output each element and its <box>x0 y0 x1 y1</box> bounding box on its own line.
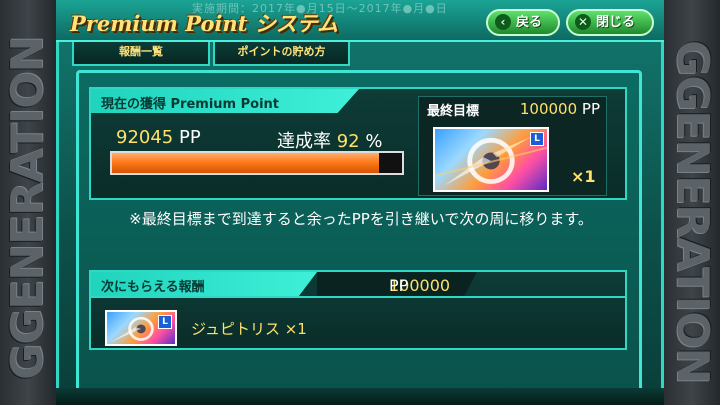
next-points-unit: PP <box>389 276 409 295</box>
back-arrow-icon: ‹ <box>495 14 511 30</box>
close-button-label: 閉じる <box>596 15 636 30</box>
next-reward-points: 100000 PP <box>317 272 477 296</box>
achievement-rate: 達成率 92 % <box>277 127 382 153</box>
goal-unit: PP <box>581 100 600 118</box>
page-title: Premium Point システム <box>70 11 339 36</box>
left-side-logo: GGENERATION <box>2 36 53 380</box>
tab-reward-list[interactable]: 報酬一覧 <box>72 42 210 66</box>
next-reward-box: 次にもらえる報酬 100000 PP L ジュピトリス ×1 <box>89 270 627 350</box>
right-side-logo: GGENERATION <box>667 40 718 384</box>
tab-how-to-earn[interactable]: ポイントの貯め方 <box>213 42 350 66</box>
back-button[interactable]: ‹ 戻る <box>486 9 560 36</box>
current-points-value: 92045 PP <box>116 127 201 148</box>
rate-unit: % <box>365 131 383 152</box>
current-points-title: 現在の獲得 Premium Point <box>101 97 279 112</box>
close-icon: ✕ <box>575 14 591 30</box>
goal-number: 100000 <box>519 100 578 118</box>
rate-number: 92 <box>336 131 360 152</box>
carry-over-note: ※最終目標まで到達すると余ったPPを引き継いで次の周に移ります。 <box>129 210 593 228</box>
right-side-panel: GGENERATION <box>664 0 720 405</box>
next-rarity-badge: L <box>158 315 172 329</box>
rate-label: 達成率 <box>277 131 331 152</box>
bottom-band <box>56 388 664 405</box>
left-side-panel: GGENERATION <box>0 0 56 405</box>
final-goal-label: 最終目標 <box>427 104 480 119</box>
points-unit: PP <box>179 127 201 148</box>
progress-bar <box>110 151 404 175</box>
back-button-label: 戻る <box>516 15 543 30</box>
stage: GGENERATION GGENERATION 実施期間：2017年●月15日～… <box>0 0 720 405</box>
points-number: 92045 <box>116 127 174 148</box>
progress-fill <box>112 153 379 173</box>
rarity-badge: L <box>530 132 544 146</box>
final-goal-box: 最終目標 100000 PP L ×1 <box>418 96 607 196</box>
next-reward-title: 次にもらえる報酬 <box>101 280 205 295</box>
goal-reward-image[interactable]: L <box>433 127 549 192</box>
next-reward-item: ジュピトリス ×1 <box>191 320 307 338</box>
final-goal-value: 100000 PP <box>520 100 600 118</box>
goal-multiplier: ×1 <box>571 167 596 186</box>
next-reward-image[interactable]: L <box>105 310 177 346</box>
close-button[interactable]: ✕ 閉じる <box>566 9 654 36</box>
divider <box>91 296 625 298</box>
